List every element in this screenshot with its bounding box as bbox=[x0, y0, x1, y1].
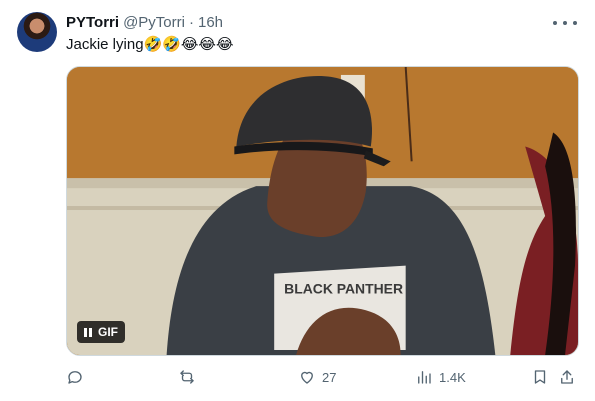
display-name[interactable]: PYTorri bbox=[66, 14, 119, 31]
views-count: 1.4K bbox=[439, 369, 466, 385]
gif-media[interactable]: BLACK PANTHER GIF bbox=[66, 66, 579, 356]
views-button[interactable]: 1.4K bbox=[415, 366, 466, 388]
timestamp[interactable]: 16h bbox=[198, 14, 223, 31]
retweet-button[interactable] bbox=[178, 366, 202, 388]
heart-icon bbox=[301, 371, 313, 384]
shirt-print-text: BLACK PANTHER bbox=[284, 280, 403, 296]
tweet-text: Jackie lying🤣🤣😂😂😂 bbox=[66, 36, 234, 53]
separator: · bbox=[188, 13, 194, 31]
reply-icon bbox=[68, 371, 82, 384]
reply-button[interactable] bbox=[66, 366, 90, 388]
gif-frame-illustration: BLACK PANTHER bbox=[67, 67, 578, 355]
avatar[interactable] bbox=[17, 12, 57, 52]
share-icon bbox=[561, 370, 573, 384]
tweet-card[interactable]: PYTorri @PyTorri · 16h Jackie lying🤣🤣😂😂😂… bbox=[0, 0, 595, 401]
tweet-header: PYTorri @PyTorri · 16h bbox=[66, 12, 223, 32]
bookmark-icon bbox=[534, 370, 546, 384]
gif-label: GIF bbox=[98, 325, 118, 339]
share-button[interactable] bbox=[558, 366, 576, 388]
user-handle[interactable]: @PyTorri bbox=[123, 14, 185, 31]
bookmark-button[interactable] bbox=[531, 366, 549, 388]
more-horizontal-icon[interactable] bbox=[553, 14, 577, 32]
like-count: 27 bbox=[322, 369, 337, 385]
action-bar: 27 1.4K bbox=[66, 366, 577, 388]
gif-badge[interactable]: GIF bbox=[77, 321, 125, 343]
retweet-icon bbox=[180, 370, 194, 384]
bar-chart-icon bbox=[418, 371, 431, 384]
like-button[interactable]: 27 bbox=[298, 366, 336, 388]
pause-icon[interactable] bbox=[84, 327, 92, 337]
